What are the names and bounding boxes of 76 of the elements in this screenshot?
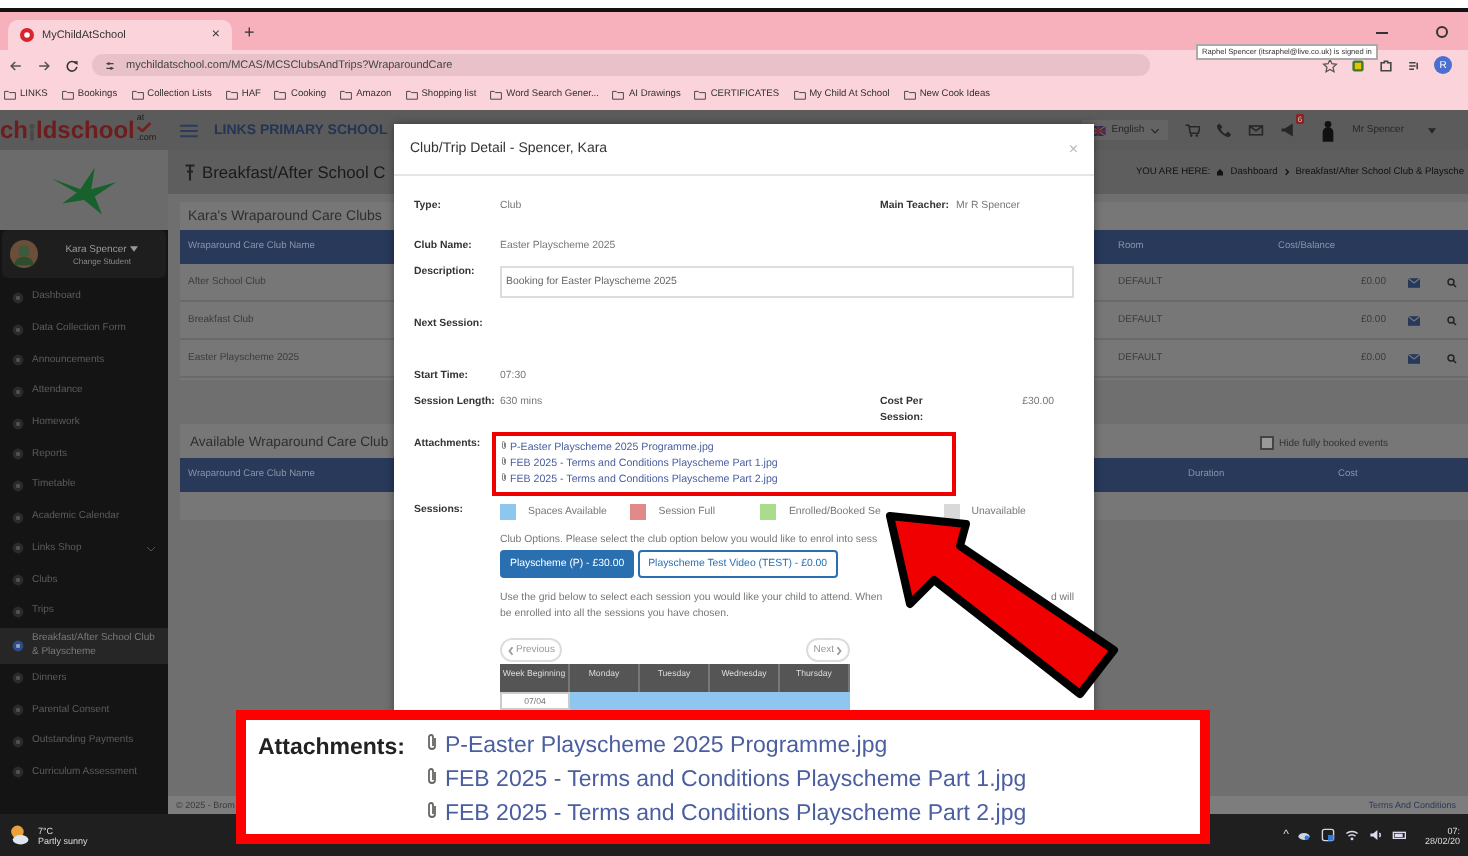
cart-icon[interactable] xyxy=(1184,122,1201,138)
mail-icon[interactable] xyxy=(1408,353,1420,363)
folder-icon xyxy=(274,90,287,100)
chevron-icon xyxy=(1150,127,1161,133)
session-cell[interactable] xyxy=(570,692,640,710)
circle-icon xyxy=(12,323,24,336)
check-icon xyxy=(136,122,153,132)
folder-icon xyxy=(340,90,353,100)
checkbox[interactable] xyxy=(1259,436,1274,450)
puzzle-icon[interactable] xyxy=(1378,57,1394,73)
search-icon[interactable] xyxy=(1445,277,1457,287)
circle-icon xyxy=(12,574,24,587)
speaker-icon[interactable] xyxy=(1368,828,1385,842)
logo-text: ldschool xyxy=(36,118,135,142)
folder-icon xyxy=(490,90,503,100)
forward-icon[interactable] xyxy=(36,57,52,73)
person-icon xyxy=(1320,119,1337,141)
chevron-icon xyxy=(1283,168,1290,176)
back-icon[interactable] xyxy=(8,57,24,73)
pin-icon xyxy=(184,163,196,181)
folder-icon xyxy=(131,90,144,100)
circle-icon xyxy=(12,479,24,492)
wifi-icon[interactable] xyxy=(1344,828,1361,842)
caret-icon[interactable] xyxy=(130,246,139,252)
folder-icon xyxy=(612,90,625,100)
media-icon[interactable] xyxy=(1406,57,1422,73)
circle-icon xyxy=(12,704,24,717)
circle-icon xyxy=(12,448,24,461)
favicon-icon xyxy=(20,28,34,42)
chevron-icon[interactable] xyxy=(146,545,156,552)
circle-icon xyxy=(12,354,24,367)
mail-icon[interactable] xyxy=(1408,277,1420,287)
reload-icon[interactable] xyxy=(64,57,80,73)
folder-icon xyxy=(793,90,806,100)
folder-icon xyxy=(4,90,16,100)
circle-icon xyxy=(12,766,24,779)
phone-icon[interactable] xyxy=(1216,122,1233,138)
attachment-link[interactable]: FEB 2025 - Terms and Conditions Playscheme Part 1.jpg xyxy=(424,764,1027,798)
field-label: Attachments: xyxy=(258,734,405,764)
chevron-icon xyxy=(508,645,514,655)
star-icon[interactable] xyxy=(1322,57,1338,73)
folder-icon xyxy=(225,90,238,100)
folder-icon xyxy=(903,90,916,100)
megaphone-icon[interactable] xyxy=(1280,122,1297,138)
extension-icon[interactable] xyxy=(1350,57,1366,73)
app-icon[interactable] xyxy=(1320,828,1337,842)
circle-icon xyxy=(12,542,24,555)
folder-icon xyxy=(405,90,418,100)
avatar-icon xyxy=(10,240,38,268)
circle-icon xyxy=(12,672,24,685)
circle-icon xyxy=(12,639,24,652)
attachment-link[interactable]: FEB 2025 - Terms and Conditions Playscheme Part 2.jpg xyxy=(424,798,1027,832)
circle-icon xyxy=(12,417,24,430)
page-title: Breakfast/After School C xyxy=(202,162,386,182)
circle-icon xyxy=(12,291,24,304)
home-icon xyxy=(1216,168,1225,176)
site-settings-icon[interactable] xyxy=(104,59,116,71)
circle-icon xyxy=(12,735,24,748)
session-cell[interactable] xyxy=(780,692,850,710)
circle-icon xyxy=(12,385,24,398)
sun-cloud-icon xyxy=(8,824,30,846)
cloud-icon[interactable] xyxy=(1296,828,1313,842)
battery-icon[interactable] xyxy=(1392,828,1409,842)
circle-icon xyxy=(12,605,24,618)
folder-icon xyxy=(61,90,74,100)
chevron-icon xyxy=(836,645,842,655)
mail-icon[interactable] xyxy=(1248,122,1265,138)
search-icon[interactable] xyxy=(1445,353,1457,363)
attachment-link[interactable]: P-Easter Playscheme 2025 Programme.jpg xyxy=(424,730,888,764)
logo-text: ch xyxy=(0,118,29,142)
search-icon[interactable] xyxy=(1445,315,1457,325)
circle-icon xyxy=(12,511,24,524)
folder-icon xyxy=(694,90,707,100)
mail-icon[interactable] xyxy=(1408,315,1420,325)
new-tab-button[interactable]: + xyxy=(244,21,255,41)
restore-icon[interactable] xyxy=(1432,21,1452,41)
